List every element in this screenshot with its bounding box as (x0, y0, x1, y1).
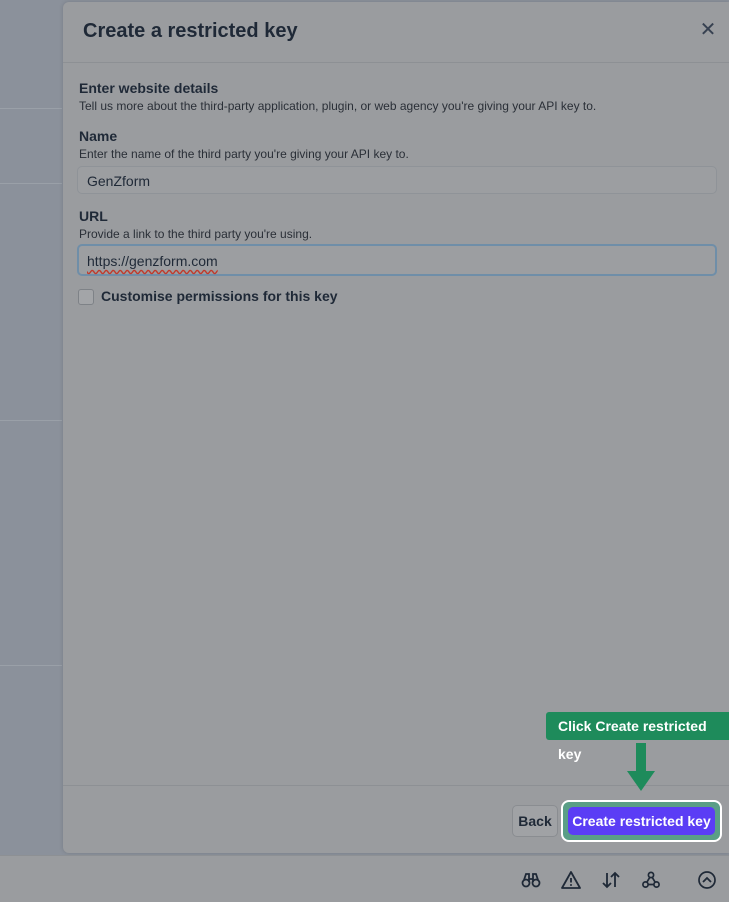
name-label: Name (79, 128, 118, 144)
url-help-text: Provide a link to the third party you're… (79, 227, 313, 241)
chevron-up-circle-icon[interactable] (697, 870, 717, 890)
modal-header: Create a restricted key ✕ (63, 2, 729, 63)
backdrop-divider (0, 665, 62, 666)
warning-icon[interactable] (561, 870, 581, 890)
modal-title: Create a restricted key (83, 20, 298, 42)
bottom-toolbar (0, 855, 729, 902)
back-button[interactable]: Back (512, 805, 558, 837)
url-input-value: https://genzform.com (87, 253, 218, 269)
section-title: Enter website details (79, 80, 219, 96)
binoculars-icon[interactable] (521, 870, 541, 890)
backdrop-divider (0, 108, 62, 109)
customise-permissions-checkbox[interactable] (78, 289, 94, 305)
name-input[interactable]: GenZform (77, 166, 717, 194)
backdrop-divider (0, 183, 62, 184)
customise-permissions-label[interactable]: Customise permissions for this key (101, 288, 338, 304)
name-help-text: Enter the name of the third party you're… (79, 147, 409, 161)
close-icon[interactable]: ✕ (699, 20, 717, 40)
url-input[interactable]: https://genzform.com (77, 244, 717, 276)
name-input-value: GenZform (87, 173, 151, 189)
create-restricted-key-button[interactable]: Create restricted key (568, 807, 715, 835)
webhook-icon[interactable] (641, 870, 661, 890)
section-description: Tell us more about the third-party appli… (79, 99, 597, 113)
url-label: URL (79, 208, 108, 224)
arrow-down-icon (627, 743, 655, 791)
guide-tooltip: Click Create restricted key (546, 712, 729, 762)
create-button-highlight: Create restricted key (561, 800, 722, 842)
backdrop-divider (0, 420, 62, 421)
sort-arrows-icon[interactable] (601, 870, 621, 890)
